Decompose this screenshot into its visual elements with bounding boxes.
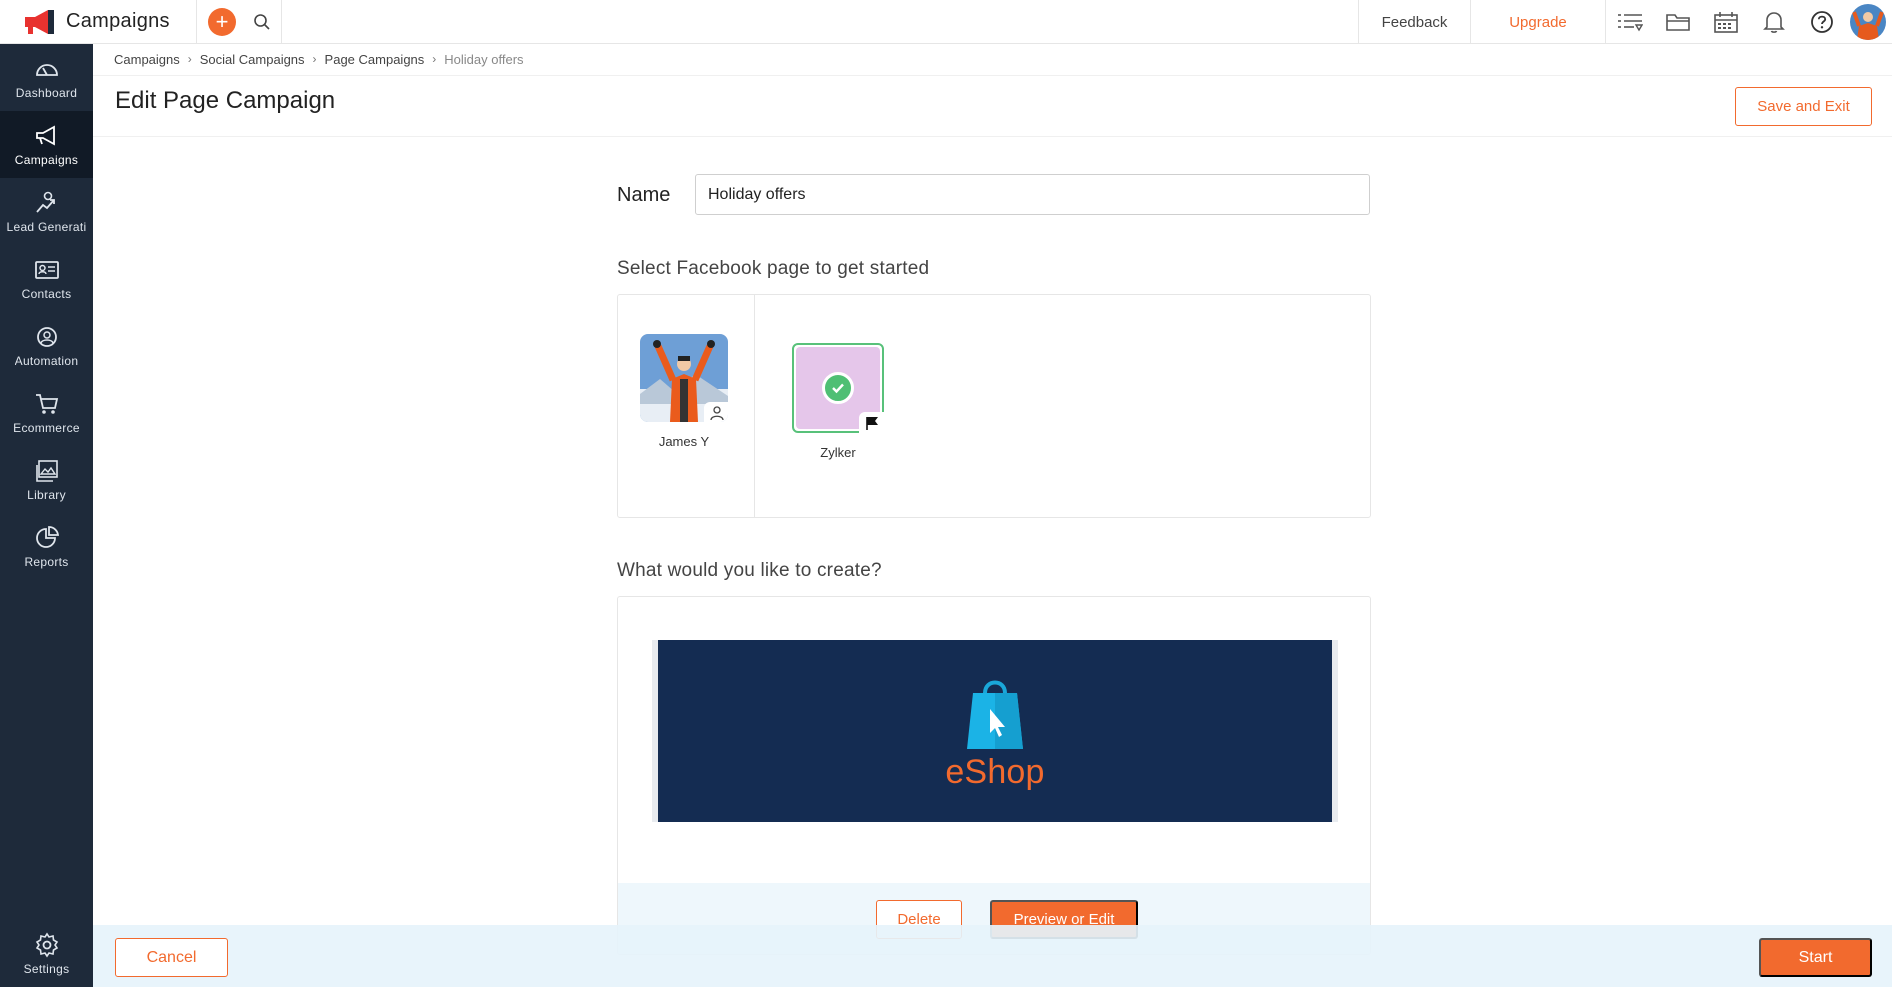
create-section-title: What would you like to create? bbox=[617, 560, 882, 581]
sidebar-item-settings[interactable]: Settings bbox=[0, 920, 93, 987]
save-and-exit-button[interactable]: Save and Exit bbox=[1735, 87, 1872, 126]
chevron-right-icon: › bbox=[312, 52, 317, 66]
cancel-button[interactable]: Cancel bbox=[115, 938, 228, 977]
breadcrumb-campaigns[interactable]: Campaigns bbox=[114, 52, 180, 67]
divider bbox=[93, 136, 1892, 137]
sidebar-item-label: Contacts bbox=[21, 286, 72, 301]
search-icon bbox=[253, 13, 270, 30]
list-filter-icon bbox=[1618, 14, 1643, 32]
megaphone-icon bbox=[35, 124, 55, 146]
sidebar-item-dashboard[interactable]: Dashboard bbox=[0, 44, 93, 111]
banner-text: eShop bbox=[945, 752, 1045, 791]
help-button[interactable] bbox=[1798, 0, 1846, 44]
breadcrumb-page-campaigns[interactable]: Page Campaigns bbox=[325, 52, 425, 67]
main-content: Campaigns › Social Campaigns › Page Camp… bbox=[93, 44, 1892, 987]
search-button[interactable] bbox=[242, 0, 282, 44]
page-name: James Y bbox=[658, 434, 710, 449]
sidebar: Dashboard Campaigns Lead Generation Cont… bbox=[0, 44, 93, 987]
divider bbox=[93, 75, 1892, 76]
gear-icon bbox=[35, 932, 58, 957]
breadcrumb: Campaigns › Social Campaigns › Page Camp… bbox=[114, 49, 524, 69]
sidebar-item-automation[interactable]: Automation bbox=[0, 312, 93, 379]
breadcrumb-social-campaigns[interactable]: Social Campaigns bbox=[200, 52, 305, 67]
notifications-button[interactable] bbox=[1750, 0, 1798, 44]
list-filter-button[interactable] bbox=[1606, 0, 1654, 44]
page-photo-selected bbox=[792, 343, 885, 434]
sidebar-item-contacts[interactable]: Contacts bbox=[0, 245, 93, 312]
lead-gen-icon bbox=[35, 191, 55, 213]
create-content-box: eShop Delete Preview or Edit bbox=[617, 596, 1371, 955]
chevron-right-icon: › bbox=[432, 52, 437, 66]
person-badge bbox=[704, 402, 728, 422]
flag-badge bbox=[859, 412, 885, 434]
page-card-zylker[interactable]: Zylker bbox=[792, 343, 885, 460]
reports-icon bbox=[35, 525, 59, 548]
user-avatar[interactable] bbox=[1850, 4, 1886, 40]
footer-bar: Cancel Start bbox=[93, 925, 1892, 987]
breadcrumb-current: Holiday offers bbox=[444, 51, 524, 67]
eshop-banner[interactable]: eShop bbox=[658, 640, 1332, 822]
page-name: Zylker bbox=[820, 445, 856, 460]
cart-icon bbox=[35, 393, 58, 414]
dashboard-icon bbox=[35, 63, 58, 76]
contacts-icon bbox=[34, 260, 59, 279]
top-right-actions: Feedback Upgrade bbox=[1358, 0, 1892, 44]
flag-icon bbox=[866, 417, 878, 430]
sidebar-item-label: Ecommerce bbox=[13, 420, 80, 435]
name-label: Name bbox=[617, 184, 671, 206]
megaphone-logo-icon bbox=[25, 9, 54, 34]
chevron-right-icon: › bbox=[187, 52, 192, 66]
selected-check-icon bbox=[822, 372, 854, 404]
sidebar-item-label: Automation bbox=[14, 353, 79, 368]
create-plus-button[interactable]: + bbox=[208, 7, 236, 36]
brand[interactable]: Campaigns bbox=[0, 0, 197, 44]
feedback-link[interactable]: Feedback bbox=[1358, 0, 1471, 44]
folder-button[interactable] bbox=[1654, 0, 1702, 44]
facebook-pages-box: James Y Zylker bbox=[617, 294, 1371, 518]
sidebar-item-label: Lead Generation bbox=[6, 219, 87, 234]
sidebar-item-label: Campaigns bbox=[14, 152, 79, 167]
sidebar-item-label: Dashboard bbox=[15, 85, 78, 100]
sidebar-item-label: Reports bbox=[24, 554, 69, 569]
plus-icon: + bbox=[215, 8, 229, 34]
calendar-icon bbox=[1714, 12, 1738, 33]
user-avatar-image bbox=[1850, 4, 1886, 40]
sidebar-item-campaigns[interactable]: Campaigns bbox=[0, 111, 93, 178]
sidebar-item-lead-generation[interactable]: Lead Generation bbox=[0, 178, 93, 245]
profile-photo bbox=[640, 334, 728, 422]
bell-icon bbox=[1763, 12, 1785, 33]
divider bbox=[754, 295, 755, 517]
page-card-james-y[interactable]: James Y bbox=[640, 334, 728, 449]
sidebar-item-label: Library bbox=[27, 487, 66, 502]
library-icon bbox=[35, 459, 58, 482]
page-title: Edit Page Campaign bbox=[115, 87, 336, 114]
sidebar-item-label: Settings bbox=[23, 961, 70, 976]
campaign-name-input[interactable] bbox=[695, 174, 1370, 215]
help-icon bbox=[1811, 11, 1833, 33]
sidebar-item-library[interactable]: Library bbox=[0, 446, 93, 513]
banner-frame: eShop bbox=[652, 640, 1338, 822]
select-page-title: Select Facebook page to get started bbox=[617, 258, 930, 279]
calendar-button[interactable] bbox=[1702, 0, 1750, 44]
top-bar: Campaigns + Feedback Upgrade bbox=[0, 0, 1892, 44]
start-button[interactable]: Start bbox=[1759, 938, 1872, 977]
automation-icon bbox=[36, 326, 57, 347]
sidebar-item-ecommerce[interactable]: Ecommerce bbox=[0, 379, 93, 446]
folder-icon bbox=[1666, 14, 1690, 31]
person-icon bbox=[710, 406, 724, 421]
sidebar-item-reports[interactable]: Reports bbox=[0, 513, 93, 580]
shopping-bag-icon bbox=[967, 680, 1023, 749]
upgrade-link[interactable]: Upgrade bbox=[1471, 0, 1606, 44]
app-title: Campaigns bbox=[66, 10, 170, 32]
